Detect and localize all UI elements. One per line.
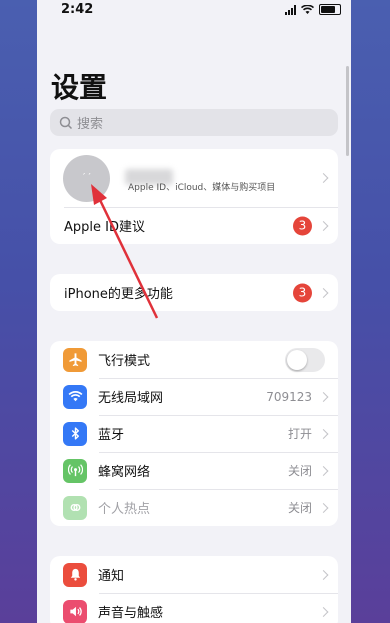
hotspot-icon xyxy=(63,495,87,520)
wifi-row[interactable]: 无线局域网 709123 xyxy=(50,378,338,415)
sounds-label: 声音与触感 xyxy=(98,606,164,621)
chevron-right-icon xyxy=(318,465,329,476)
airplane-icon xyxy=(63,347,87,372)
airplane-mode-label: 飞行模式 xyxy=(98,354,151,369)
cellular-icon xyxy=(63,458,87,483)
wifi-status-icon xyxy=(301,4,314,14)
profile-subtitle: Apple ID、iCloud、媒体与购买项目 xyxy=(128,183,276,193)
notifications-label: 通知 xyxy=(98,569,125,584)
cellular-row[interactable]: 蜂窝网络 关闭 xyxy=(50,452,338,489)
bluetooth-label: 蓝牙 xyxy=(98,428,125,443)
cellular-value: 关闭 xyxy=(287,464,312,478)
battery-icon xyxy=(319,4,341,15)
bluetooth-icon xyxy=(63,421,87,446)
notifications-row[interactable]: 通知 xyxy=(50,556,338,593)
apple-id-suggestions-row[interactable]: Apple ID建议 3 xyxy=(50,207,338,244)
wifi-icon xyxy=(63,384,87,409)
signal-icon xyxy=(285,4,296,15)
airplane-mode-toggle[interactable] xyxy=(285,347,325,372)
chevron-right-icon xyxy=(318,569,329,580)
bluetooth-value: 打开 xyxy=(287,427,312,441)
more-features-label: iPhone的更多功能 xyxy=(64,287,173,302)
speaker-icon xyxy=(63,599,87,623)
status-time: 2:42 xyxy=(61,2,94,17)
chevron-right-icon xyxy=(318,502,329,513)
status-icons xyxy=(285,4,341,15)
notifications-group: 通知 声音与触感 xyxy=(50,556,338,623)
avatar-initial: ′ ′ xyxy=(83,172,91,183)
chevron-right-icon xyxy=(318,428,329,439)
chevron-right-icon xyxy=(318,606,329,617)
scroll-indicator[interactable] xyxy=(346,66,349,156)
sounds-row[interactable]: 声音与触感 xyxy=(50,593,338,623)
airplane-mode-row[interactable]: 飞行模式 xyxy=(50,341,338,378)
cellular-label: 蜂窝网络 xyxy=(98,465,151,480)
search-placeholder: 搜索 xyxy=(77,117,104,132)
search-field[interactable]: 搜索 xyxy=(50,109,338,136)
chevron-right-icon xyxy=(318,287,329,298)
status-bar: 2:42 xyxy=(37,0,351,22)
wifi-value: 709123 xyxy=(266,389,312,404)
wifi-label: 无线局域网 xyxy=(98,391,164,406)
profile-row[interactable]: ′ ′ Apple ID、iCloud、媒体与购买项目 xyxy=(50,149,338,207)
hotspot-row[interactable]: 个人热点 关闭 xyxy=(50,489,338,526)
hotspot-value: 关闭 xyxy=(287,501,312,515)
bell-icon xyxy=(63,562,87,587)
chevron-right-icon xyxy=(318,391,329,402)
search-icon xyxy=(59,116,73,129)
apple-id-suggestions-label: Apple ID建议 xyxy=(64,220,145,235)
more-features-group: iPhone的更多功能 3 xyxy=(50,274,338,311)
settings-screen: 2:42 设置 搜索 ′ ′ Apple ID、iCloud、媒体与购买项目 A… xyxy=(37,0,351,623)
account-group: ′ ′ Apple ID、iCloud、媒体与购买项目 Apple ID建议 3 xyxy=(50,149,338,244)
avatar[interactable]: ′ ′ xyxy=(63,155,110,202)
more-features-row[interactable]: iPhone的更多功能 3 xyxy=(50,274,338,311)
chevron-right-icon xyxy=(318,220,329,231)
chevron-right-icon xyxy=(318,173,329,183)
notification-badge: 3 xyxy=(293,216,312,235)
page-title: 设置 xyxy=(51,71,108,104)
hotspot-label: 个人热点 xyxy=(98,502,151,517)
network-group: 飞行模式 无线局域网 709123 蓝牙 打开 蜂窝网络 关闭 个人热点 关闭 xyxy=(50,341,338,526)
bluetooth-row[interactable]: 蓝牙 打开 xyxy=(50,415,338,452)
notification-badge: 3 xyxy=(293,283,312,302)
